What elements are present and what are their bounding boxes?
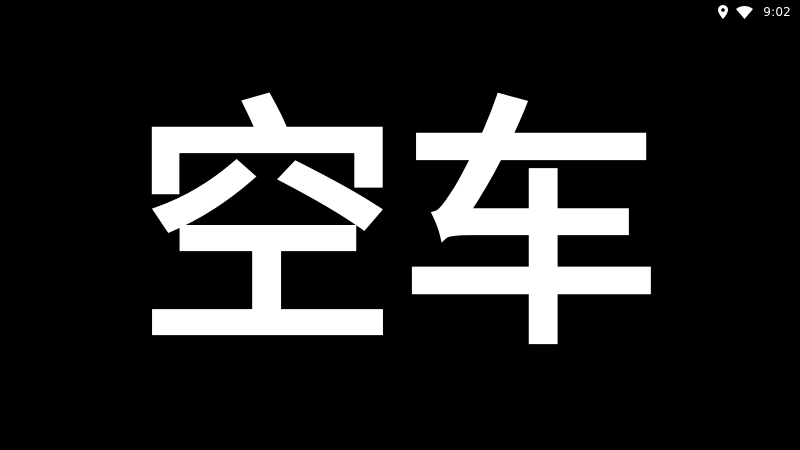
status-time: 9:02 [763,5,791,19]
location-icon [718,5,729,19]
status-bar: 9:02 [718,0,800,24]
headline-text: 空车 [136,76,664,381]
headline-area: 空车 [0,64,800,394]
wifi-icon [736,5,754,19]
display-screen: 9:02 空车 [0,0,800,450]
